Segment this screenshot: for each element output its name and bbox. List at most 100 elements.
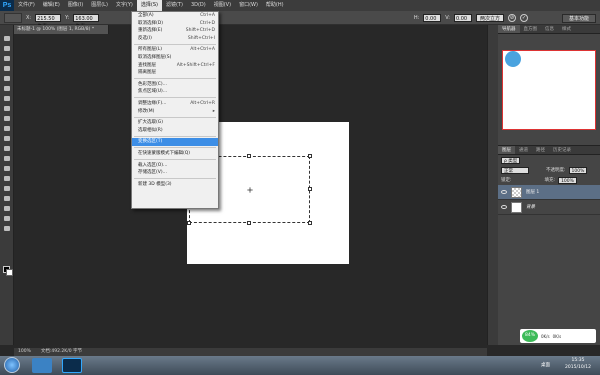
dodge-tool-icon[interactable] — [0, 163, 14, 173]
blur-tool-icon[interactable] — [0, 153, 14, 163]
select-menu-item[interactable]: 新建 3D 模型(3) — [132, 181, 218, 189]
pen-tool-icon[interactable] — [0, 173, 14, 183]
menu-help[interactable]: 帮助(H) — [262, 0, 288, 11]
desktop-label[interactable]: 桌面 — [541, 362, 550, 368]
menu-image[interactable]: 图像(I) — [64, 0, 87, 11]
menu-item-label: 查找图层 — [138, 62, 156, 68]
transform-center-icon[interactable] — [247, 187, 253, 193]
layer-name: 背景 — [526, 205, 535, 210]
photoshop-taskbar-icon[interactable] — [62, 358, 82, 373]
tab-channels[interactable]: 通道 — [515, 146, 532, 154]
layer-filter-select[interactable]: ρ 类型 — [501, 156, 521, 164]
tool-preset-picker[interactable] — [4, 12, 22, 23]
path-select-tool-icon[interactable] — [0, 193, 14, 203]
menu-3d[interactable]: 3D(D) — [187, 0, 210, 11]
tab-history[interactable]: 历史记录 — [549, 146, 575, 154]
navigator-thumbnail[interactable] — [502, 50, 596, 130]
select-menu-item[interactable]: 在快速蒙版模式下编辑(Q) — [132, 150, 218, 158]
transform-handle[interactable] — [247, 154, 251, 158]
type-tool-icon[interactable] — [0, 183, 14, 193]
visibility-eye-icon[interactable] — [501, 205, 507, 209]
x-input[interactable]: 215.50 像素 — [35, 13, 62, 30]
select-menu-item[interactable]: 取消选择(D) Ctrl+D — [132, 20, 218, 28]
select-menu-item[interactable]: 选取相似(R) — [132, 127, 218, 135]
zoom-tool-icon[interactable] — [0, 223, 14, 233]
tab-navigator[interactable]: 导航器 — [498, 25, 520, 33]
h-input[interactable]: 0.00 — [423, 14, 442, 22]
transform-handle[interactable] — [308, 154, 312, 158]
fill-input[interactable]: 100% — [558, 176, 577, 184]
menu-type[interactable]: 文字(Y) — [112, 0, 137, 11]
stamp-tool-icon[interactable] — [0, 113, 14, 123]
select-menu-item[interactable]: 所有图层(L) Alt+Ctrl+A — [132, 46, 218, 54]
start-button-icon[interactable] — [4, 357, 20, 373]
menu-select[interactable]: 选择(S) — [136, 0, 162, 11]
wifi-logo-icon — [505, 51, 521, 67]
ie-taskbar-icon[interactable] — [32, 358, 52, 373]
blend-mode-select[interactable]: 正常 — [501, 166, 529, 174]
select-menu-item[interactable]: 修改(M) ▸ — [132, 108, 218, 116]
menu-item-label: 扩大选取(G) — [138, 120, 163, 126]
layer-name: 图层 1 — [526, 190, 540, 195]
menu-edit[interactable]: 编辑(E) — [39, 0, 64, 11]
healing-tool-icon[interactable] — [0, 93, 14, 103]
history-brush-tool-icon[interactable] — [0, 123, 14, 133]
menu-separator — [134, 97, 216, 99]
background-color-swatch[interactable] — [6, 269, 13, 276]
tab-histogram[interactable]: 直方图 — [520, 25, 542, 33]
document-tab[interactable]: 未标题-1 @ 100% (图层 1, RGB/8) * — [14, 25, 109, 34]
v-input[interactable]: 0.00 — [453, 14, 472, 22]
lasso-tool-icon[interactable] — [0, 53, 14, 63]
menu-filter[interactable]: 滤镜(T) — [162, 0, 187, 11]
transform-handle[interactable] — [187, 221, 191, 225]
eyedropper-tool-icon[interactable] — [0, 83, 14, 93]
transform-handle[interactable] — [247, 221, 251, 225]
gradient-tool-icon[interactable] — [0, 143, 14, 153]
move-tool-icon[interactable] — [0, 33, 14, 43]
commit-transform-icon[interactable]: ✓ — [519, 14, 528, 22]
select-menu-item[interactable]: 变换选区(T) — [132, 138, 218, 146]
tab-layers[interactable]: 图层 — [498, 146, 515, 154]
layer-row[interactable]: 图层 1 — [498, 185, 600, 200]
workspace-select[interactable]: 基本功能 — [561, 13, 596, 23]
menu-window[interactable]: 窗口(W) — [235, 0, 262, 11]
quick-select-tool-icon[interactable] — [0, 63, 14, 73]
eraser-tool-icon[interactable] — [0, 133, 14, 143]
tab-paths[interactable]: 路径 — [532, 146, 549, 154]
menu-file[interactable]: 文件(F) — [14, 0, 39, 11]
select-menu-item[interactable]: 调整边缘(F)... Alt+Ctrl+R — [132, 100, 218, 108]
document-info[interactable]: 文档:492.2K/0 字节 — [41, 348, 82, 356]
select-menu-item[interactable]: 重新选择(E) Shift+Ctrl+D — [132, 27, 218, 35]
shape-tool-icon[interactable] — [0, 203, 14, 213]
menu-view[interactable]: 视图(V) — [210, 0, 235, 11]
tab-info[interactable]: 信息 — [541, 25, 558, 33]
marquee-tool-icon[interactable] — [0, 43, 14, 53]
hand-tool-icon[interactable] — [0, 213, 14, 223]
visibility-eye-icon[interactable] — [501, 190, 507, 194]
select-menu-item[interactable]: 扩大选取(G) — [132, 119, 218, 127]
cancel-transform-icon[interactable]: ⊘ — [507, 14, 516, 22]
interpolation-select[interactable]: 两次立方 — [475, 14, 504, 22]
menu-layer[interactable]: 图层(L) — [87, 0, 112, 11]
select-menu-item[interactable]: 隔离图层 — [132, 69, 218, 77]
layer-row[interactable]: 背景 — [498, 200, 600, 215]
select-menu-item[interactable]: 载入选区(O)... — [132, 162, 218, 170]
network-monitor-widget[interactable]: 84% 0K/s 0K/s — [520, 329, 596, 343]
select-menu-item[interactable]: 全部(A) Ctrl+A — [132, 12, 218, 20]
y-input[interactable]: 163.00 像素 — [73, 13, 100, 30]
select-menu-item[interactable]: 焦点区域(U)... — [132, 88, 218, 96]
tab-styles[interactable]: 样式 — [558, 25, 575, 33]
clock[interactable]: 15:35 2015/10/12 — [565, 357, 591, 371]
crop-tool-icon[interactable] — [0, 73, 14, 83]
transform-handle[interactable] — [308, 187, 312, 191]
select-menu-item[interactable]: 反选(I) Shift+Ctrl+I — [132, 35, 218, 43]
brush-tool-icon[interactable] — [0, 103, 14, 113]
select-menu-item[interactable]: 色彩范围(C)... — [132, 81, 218, 89]
menu-item-label: 载入选区(O)... — [138, 162, 168, 168]
select-menu-item[interactable]: 存储选区(V)... — [132, 169, 218, 177]
status-bar: 100% 文档:492.2K/0 字节 — [14, 348, 487, 356]
select-menu-item[interactable]: 取消选择图层(S) — [132, 54, 218, 62]
transform-handle[interactable] — [308, 221, 312, 225]
select-menu-item[interactable]: 查找图层 Alt+Shift+Ctrl+F — [132, 62, 218, 70]
opacity-input[interactable]: 100% — [568, 166, 588, 174]
